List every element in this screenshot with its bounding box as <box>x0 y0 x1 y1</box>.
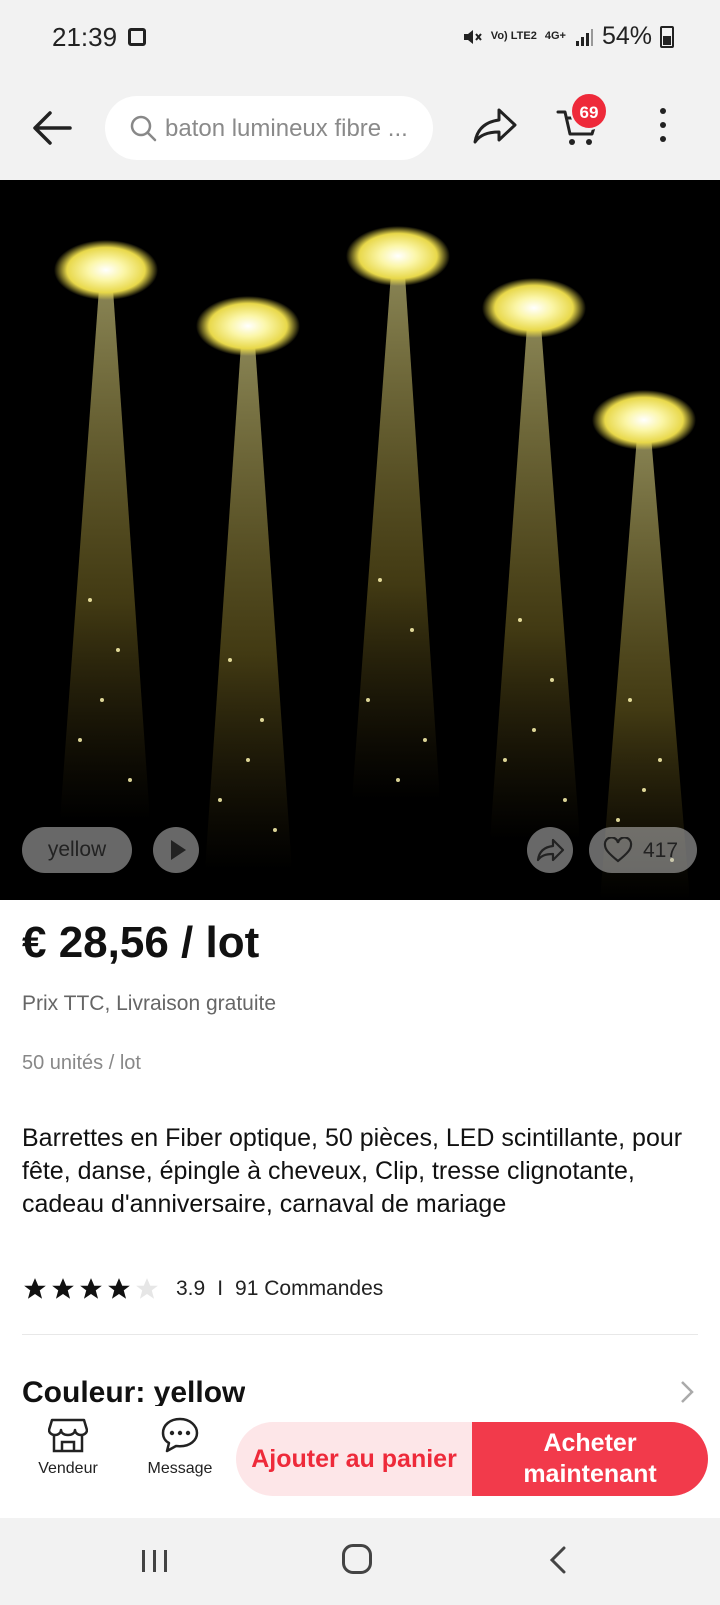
signal-type-label: 4G+ <box>544 30 566 42</box>
divider <box>22 1334 698 1335</box>
heart-icon <box>603 837 633 863</box>
store-label: Vendeur <box>38 1460 98 1477</box>
network-label: Vo) LTE2 <box>490 30 537 42</box>
fiber-optic-clips-illustration <box>54 226 696 900</box>
buy-now-line-2: maintenant <box>523 1460 657 1488</box>
product-image[interactable]: yellow 417 <box>0 180 720 900</box>
mute-icon <box>463 29 482 44</box>
share-icon <box>536 838 565 862</box>
star-filled-icon <box>52 1278 74 1299</box>
recent-apps-icon[interactable] <box>140 1548 170 1574</box>
search-input-text[interactable]: baton lumineux fibre ... <box>165 115 423 143</box>
star-filled-icon <box>108 1278 130 1299</box>
top-bar: baton lumineux fibre ... 69 <box>0 78 720 180</box>
more-options-icon[interactable] <box>656 108 670 148</box>
rating-value: 3.9 <box>176 1277 206 1300</box>
share-icon[interactable] <box>472 106 518 146</box>
search-box[interactable]: baton lumineux fibre ... <box>105 96 433 160</box>
home-icon[interactable] <box>342 1544 372 1574</box>
search-icon <box>130 115 157 142</box>
chevron-right-icon[interactable] <box>680 1380 694 1404</box>
signal-icon <box>575 28 593 46</box>
battery-icon <box>660 25 674 48</box>
system-nav-bar <box>0 1518 720 1605</box>
alarm-icon <box>128 28 146 46</box>
product-title: Barrettes en Fiber optique, 50 pièces, L… <box>22 1124 683 1218</box>
light-2 <box>196 296 300 870</box>
star-empty-icon <box>136 1278 158 1299</box>
color-selector-label[interactable]: Couleur: yellow <box>22 1376 245 1406</box>
light-5 <box>592 390 696 900</box>
units-per-lot: 50 unités / lot <box>22 1052 141 1074</box>
star-filled-icon <box>80 1278 102 1299</box>
bottom-action-bar: Vendeur Message Ajouter au panier Achete… <box>0 1410 720 1518</box>
star-filled-icon <box>24 1278 46 1299</box>
orders-count: 91 Commandes <box>235 1277 384 1300</box>
message-button[interactable]: Message <box>130 1416 230 1478</box>
status-icons: Vo) LTE2 4G+ 54% <box>461 22 674 51</box>
star-rating <box>22 1276 160 1302</box>
buy-now-line-1: Acheter <box>543 1429 637 1457</box>
play-video-icon[interactable] <box>153 827 199 873</box>
add-to-cart-button[interactable]: Ajouter au panier <box>236 1422 472 1496</box>
like-count: 417 <box>643 839 679 862</box>
status-time: 21:39 <box>52 22 118 52</box>
chat-bubble-icon <box>161 1417 199 1453</box>
light-4 <box>482 278 586 840</box>
store-icon <box>48 1418 88 1453</box>
cart-count-badge: 69 <box>570 92 608 130</box>
back-arrow-icon[interactable] <box>30 108 74 148</box>
buy-now-button[interactable]: Acheter maintenant <box>472 1422 708 1496</box>
variant-pill[interactable]: yellow <box>22 827 132 873</box>
like-button[interactable]: 417 <box>589 827 697 873</box>
nav-back-icon[interactable] <box>548 1546 568 1574</box>
rating-separator: I <box>217 1277 224 1300</box>
image-share-button[interactable] <box>527 827 573 873</box>
price-note: Prix TTC, Livraison gratuite <box>22 992 277 1015</box>
battery-percent: 54% <box>601 22 652 50</box>
product-price: € 28,56 / lot <box>22 918 260 967</box>
rating-row[interactable]: 3.9 I 91 Commandes <box>22 1276 383 1302</box>
light-1 <box>54 240 158 820</box>
message-label: Message <box>147 1460 213 1477</box>
status-bar: 21:39 Vo) LTE2 4G+ 54% <box>0 0 720 78</box>
store-button[interactable]: Vendeur <box>18 1416 118 1478</box>
light-3 <box>346 226 450 800</box>
